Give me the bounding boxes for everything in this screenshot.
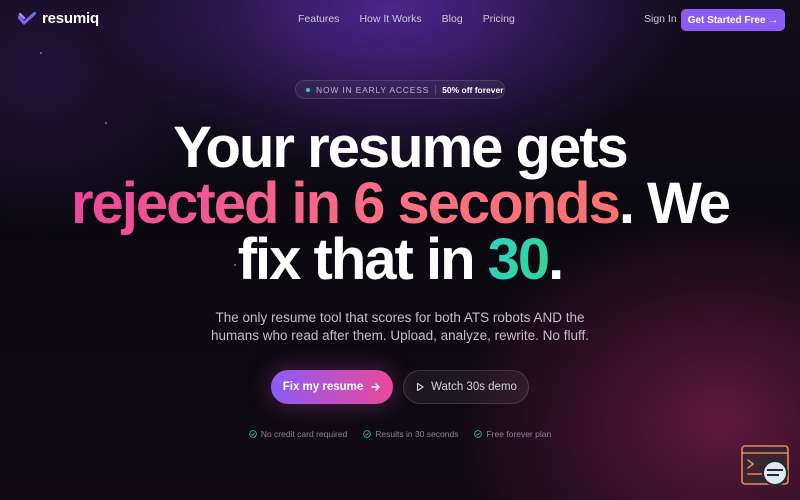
sign-in-link[interactable]: Sign In (644, 13, 677, 25)
watch-demo-button[interactable]: Watch 30s demo (403, 370, 529, 404)
status-dot-icon (306, 87, 310, 92)
headline-highlight-30: 30 (487, 227, 550, 292)
badge-divider (435, 84, 437, 95)
arrow-right-icon (371, 383, 380, 391)
brand-name: resumiq (42, 10, 99, 27)
headline-line-3-post: . (548, 227, 564, 292)
badge-label: NOW IN EARLY ACCESS (316, 84, 430, 95)
chat-widget-icon[interactable] (741, 445, 791, 487)
headline-line-2-rest: . We (618, 171, 731, 236)
perk-item: Free forever plan (474, 429, 551, 439)
secondary-button-label: Watch 30s demo (431, 381, 517, 393)
get-started-button[interactable]: Get Started Free → (681, 9, 785, 31)
perk-label: Results in 30 seconds (375, 429, 459, 439)
play-icon (417, 382, 424, 392)
badge-offer: 50% off forever (442, 84, 504, 95)
hero-headline: Your resume gets rejected in 6 seconds. … (0, 119, 800, 289)
perks-list: No credit card required Results in 30 se… (0, 429, 800, 439)
star-dot (40, 52, 42, 54)
check-circle-icon (474, 430, 483, 438)
hero-subheadline: The only resume tool that scores for bot… (211, 310, 589, 343)
nav-link-pricing[interactable]: Pricing (483, 13, 515, 25)
nav-link-how-it-works[interactable]: How It Works (359, 13, 421, 25)
check-circle-icon (249, 430, 257, 438)
perk-label: Free forever plan (486, 429, 552, 439)
perk-item: No credit card required (249, 429, 347, 439)
brand-logo[interactable]: resumiq (18, 10, 99, 27)
check-circle-icon (363, 430, 372, 438)
early-access-badge: NOW IN EARLY ACCESS 50% off forever (295, 80, 505, 99)
fix-my-resume-button[interactable]: Fix my resume (271, 370, 393, 404)
nav-link-features[interactable]: Features (298, 13, 339, 25)
perk-label: No credit card required (260, 429, 348, 439)
top-nav: resumiq Features How It Works Blog Prici… (0, 0, 800, 40)
nav-links: Features How It Works Blog Pricing (298, 13, 515, 25)
logo-check-icon (18, 11, 36, 25)
primary-button-label: Fix my resume (282, 381, 364, 393)
perk-item: Results in 30 seconds (363, 429, 458, 439)
headline-line-3-pre: fix that in (237, 227, 488, 292)
nav-link-blog[interactable]: Blog (442, 13, 463, 25)
